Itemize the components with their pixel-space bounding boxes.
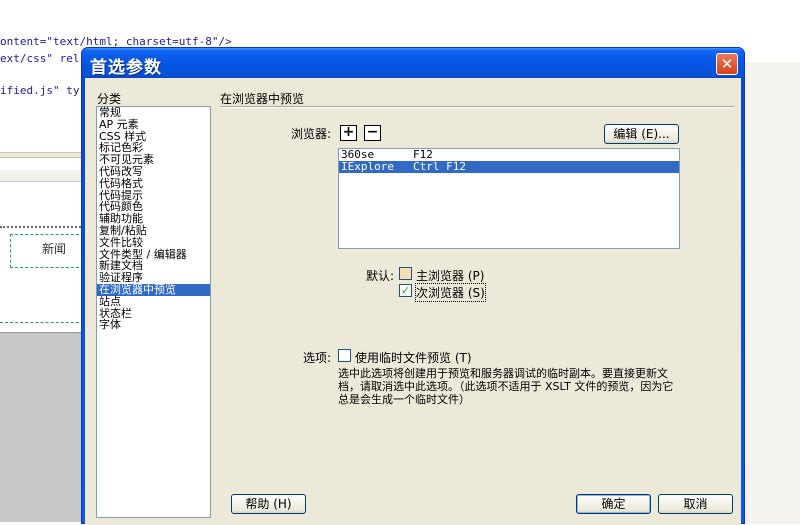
browsers-label: 浏览器:	[291, 127, 332, 141]
category-item[interactable]: 字体	[97, 319, 210, 331]
cancel-button[interactable]: 取消	[658, 494, 733, 514]
browser-list[interactable]: 360se F12 IExplore Ctrl F12	[338, 148, 680, 249]
dialog-titlebar[interactable]: 首选参数 ✕	[82, 48, 744, 78]
category-list[interactable]: 常规 AP 元素 CSS 样式 标记色彩 不可见元素 代码改写 代码格式 代码提…	[96, 106, 211, 518]
category-item[interactable]: AP 元素	[97, 118, 210, 131]
help-button[interactable]: 帮助 (H)	[231, 494, 306, 514]
primary-browser-checkbox[interactable]	[399, 267, 412, 280]
secondary-browser-label[interactable]: 次浏览器 (S)	[415, 283, 486, 302]
primary-browser-label[interactable]: 主浏览器 (P)	[416, 267, 484, 284]
add-browser-button[interactable]: +	[340, 125, 357, 141]
options-label: 选项:	[303, 351, 332, 365]
browser-name: IExplore	[341, 160, 394, 173]
panel-divider	[220, 106, 734, 108]
preferences-dialog: 首选参数 ✕ 分类 常规 AP 元素 CSS 样式 标记色彩 不可见元素 代码改…	[81, 47, 745, 525]
dialog-body: 分类 常规 AP 元素 CSS 样式 标记色彩 不可见元素 代码改写 代码格式 …	[85, 78, 741, 525]
browser-shortcut: Ctrl F12	[413, 160, 466, 173]
category-label: 分类	[97, 92, 122, 106]
edit-browser-button[interactable]: 编辑 (E)...	[604, 124, 679, 144]
category-item[interactable]: 文件比较	[97, 236, 210, 249]
plus-icon: +	[342, 124, 355, 140]
secondary-browser-checkbox[interactable]: ✓	[399, 284, 412, 297]
category-item[interactable]: 代码改写	[97, 166, 210, 178]
category-item[interactable]: 复制/粘贴	[97, 225, 210, 237]
checkmark-icon: ✓	[400, 284, 411, 297]
design-gray-block	[0, 332, 84, 522]
ok-button[interactable]: 确定	[576, 494, 651, 514]
code-line: ified.js" ty	[0, 84, 80, 97]
design-guide-line	[0, 322, 84, 323]
temp-file-label[interactable]: 使用临时文件预览 (T)	[355, 349, 472, 366]
panel-title: 在浏览器中预览	[220, 92, 305, 106]
category-item[interactable]: 站点	[97, 295, 210, 308]
category-item[interactable]: 代码格式	[97, 177, 210, 190]
close-button[interactable]: ✕	[716, 53, 738, 75]
remove-browser-button[interactable]: −	[364, 125, 381, 141]
default-label: 默认:	[366, 269, 395, 283]
design-cell-text: 新闻	[42, 242, 67, 256]
close-icon: ✕	[720, 55, 734, 73]
dialog-title: 首选参数	[90, 58, 162, 78]
minus-icon: −	[366, 124, 379, 140]
temp-file-description: 选中此选项将创建用于预览和服务器调试的临时副本。要直接更新文档，请取消选中此选项…	[338, 367, 674, 406]
temp-file-checkbox[interactable]	[338, 349, 351, 362]
design-guide-line	[0, 226, 84, 228]
category-item-selected[interactable]: 在浏览器中预览	[97, 284, 210, 296]
code-line: ext/css" rel	[0, 52, 80, 65]
browser-row-selected[interactable]: IExplore Ctrl F12	[339, 161, 679, 173]
background-right-area	[740, 62, 800, 524]
